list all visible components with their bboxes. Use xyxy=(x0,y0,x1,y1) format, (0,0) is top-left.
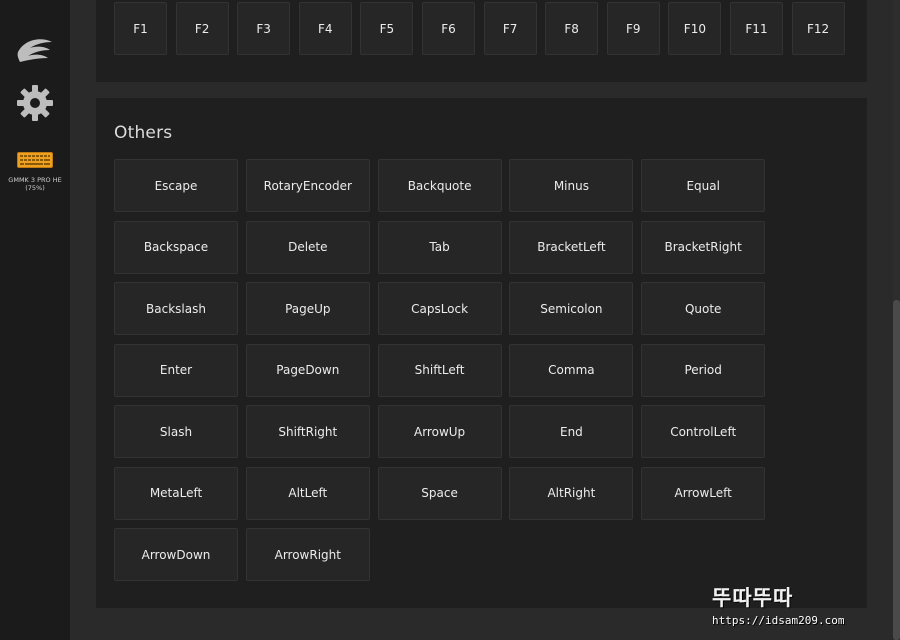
key-delete[interactable]: Delete xyxy=(245,220,370,274)
feather-logo-icon[interactable] xyxy=(16,36,54,68)
function-keys-panel: F1 F2 F3 F4 F5 F6 F7 F8 F9 F10 F11 F12 xyxy=(96,0,867,82)
others-panel: Others Escape RotaryEncoder Backquote Minus… xyxy=(96,98,867,608)
key-f6[interactable]: F6 xyxy=(422,2,475,55)
key-minus[interactable]: Minus xyxy=(509,159,634,212)
key-f10[interactable]: F10 xyxy=(668,2,722,55)
key-f12[interactable]: F12 xyxy=(791,2,845,55)
key-altleft[interactable]: AltLeft xyxy=(245,466,370,520)
scrollbar-track[interactable] xyxy=(893,0,900,640)
key-escape[interactable]: Escape xyxy=(114,159,238,212)
key-shiftright[interactable]: ShiftRight xyxy=(245,405,370,458)
key-f9[interactable]: F9 xyxy=(606,2,660,55)
keyboard-icon xyxy=(17,152,53,168)
key-quote[interactable]: Quote xyxy=(641,282,766,335)
key-f2[interactable]: F2 xyxy=(175,2,229,55)
key-shiftleft[interactable]: ShiftLeft xyxy=(377,343,502,397)
key-f7[interactable]: F7 xyxy=(483,2,537,55)
key-arrowright[interactable]: ArrowRight xyxy=(245,528,370,581)
key-capslock[interactable]: CapsLock xyxy=(377,282,502,335)
key-rotaryencoder[interactable]: RotaryEncoder xyxy=(245,159,370,212)
key-backquote[interactable]: Backquote xyxy=(377,159,502,212)
key-period[interactable]: Period xyxy=(641,343,766,397)
key-f1[interactable]: F1 xyxy=(114,2,167,55)
key-bracketright[interactable]: BracketRight xyxy=(641,220,766,274)
main-content: F1 F2 F3 F4 F5 F6 F7 F8 F9 F10 F11 F12 Others Escap… xyxy=(70,0,900,640)
gear-icon[interactable] xyxy=(16,84,54,126)
key-metaleft[interactable]: MetaLeft xyxy=(114,466,238,520)
key-arrowup[interactable]: ArrowUp xyxy=(377,405,502,458)
key-f11[interactable]: F11 xyxy=(730,2,783,55)
key-bracketleft[interactable]: BracketLeft xyxy=(509,220,634,274)
key-backspace[interactable]: Backspace xyxy=(114,220,238,274)
key-arrowdown[interactable]: ArrowDown xyxy=(114,528,238,581)
key-pagedown[interactable]: PageDown xyxy=(245,343,370,397)
key-f5[interactable]: F5 xyxy=(360,2,414,55)
key-altright[interactable]: AltRight xyxy=(509,466,634,520)
key-pageup[interactable]: PageUp xyxy=(245,282,370,335)
key-backslash[interactable]: Backslash xyxy=(114,282,238,335)
key-slash[interactable]: Slash xyxy=(114,405,238,458)
key-f8[interactable]: F8 xyxy=(545,2,599,55)
key-comma[interactable]: Comma xyxy=(509,343,634,397)
section-title: Others xyxy=(114,123,173,143)
key-f4[interactable]: F4 xyxy=(298,2,352,55)
key-enter[interactable]: Enter xyxy=(114,343,238,397)
device-entry[interactable]: GMMK 3 PRO HE (75%) xyxy=(0,152,70,192)
scrollbar-thumb[interactable] xyxy=(893,300,900,640)
key-arrowleft[interactable]: ArrowLeft xyxy=(641,466,766,520)
sidebar: GMMK 3 PRO HE (75%) xyxy=(0,0,70,640)
key-equal[interactable]: Equal xyxy=(641,159,766,212)
key-space[interactable]: Space xyxy=(377,466,502,520)
key-end[interactable]: End xyxy=(509,405,634,458)
key-tab[interactable]: Tab xyxy=(377,220,502,274)
key-semicolon[interactable]: Semicolon xyxy=(509,282,634,335)
device-name: GMMK 3 PRO HE (75%) xyxy=(8,176,62,192)
key-f3[interactable]: F3 xyxy=(237,2,291,55)
key-controlleft[interactable]: ControlLeft xyxy=(641,405,766,458)
